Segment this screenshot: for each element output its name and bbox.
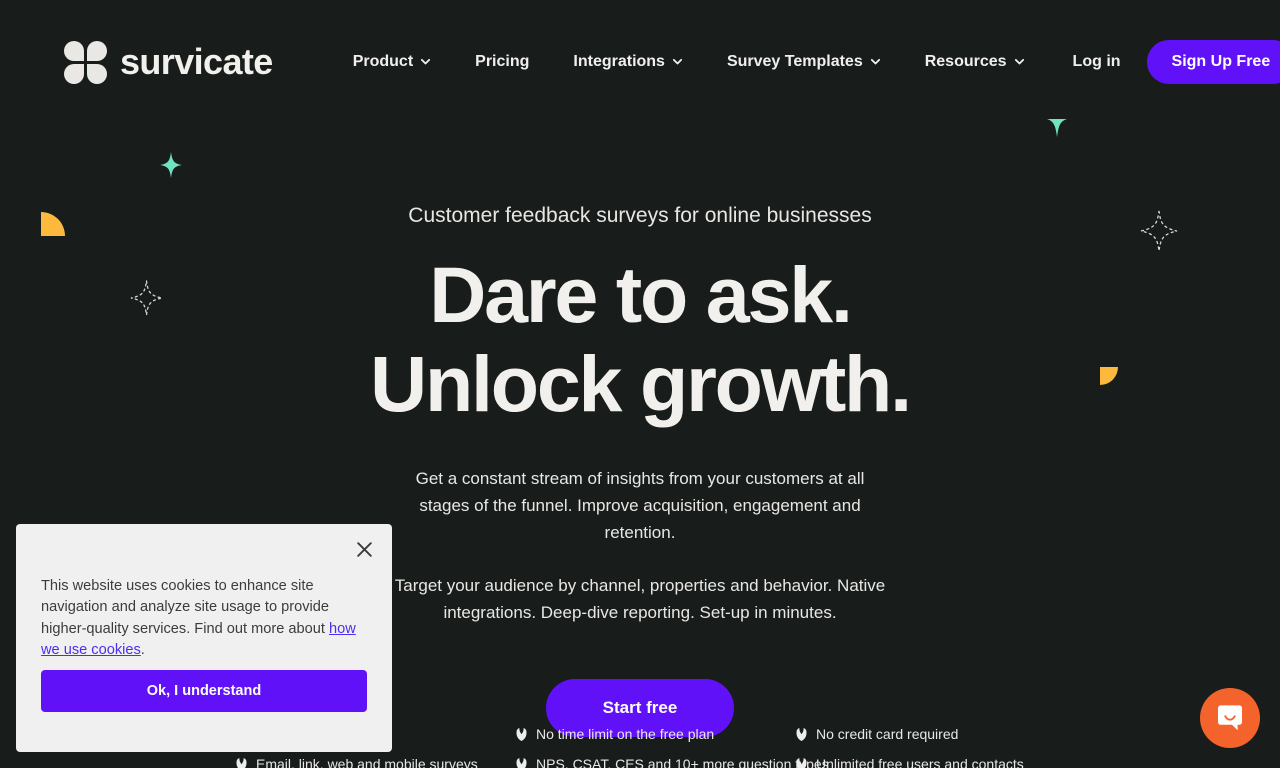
nav-actions: Log in Sign Up Free — [1047, 40, 1280, 84]
nav-item-product[interactable]: Product — [331, 53, 453, 71]
nav-item-label: Product — [352, 53, 414, 70]
feature-column: No time limit on the free plan NPS, CSAT… — [500, 726, 829, 768]
leaf-bullet-icon — [516, 728, 527, 741]
hero-eyebrow: Customer feedback surveys for online bus… — [408, 204, 872, 227]
cookie-consent-banner: This website uses cookies to enhance sit… — [16, 524, 392, 752]
feature-row: No time limit on the free plan — [516, 726, 780, 756]
intercom-launcher-button[interactable] — [1200, 688, 1260, 748]
login-link[interactable]: Log in — [1047, 53, 1147, 71]
leaf-bullet-icon — [796, 758, 807, 768]
nav-item-survey-templates[interactable]: Survey Templates — [705, 53, 903, 71]
nav-item-pricing[interactable]: Pricing — [453, 53, 551, 71]
cookie-text-tail: . — [140, 641, 145, 658]
chat-bubble-smile-icon — [1215, 703, 1245, 733]
cookie-consent-text: This website uses cookies to enhance sit… — [41, 576, 367, 661]
hero-paragraph-2: Target your audience by channel, propert… — [394, 575, 886, 622]
survicate-logo[interactable]: survicate — [64, 40, 273, 84]
feature-label: No credit card required — [816, 726, 959, 742]
page-title: Dare to ask. Unlock growth. — [370, 250, 912, 428]
chevron-down-icon — [1014, 56, 1025, 67]
feature-row: Unlimited free users and contacts — [796, 756, 1060, 768]
feature-row: Email, link, web and mobile surveys — [236, 756, 500, 768]
close-icon[interactable] — [353, 538, 375, 560]
chevron-down-icon — [420, 56, 431, 67]
feature-row: NPS, CSAT, CES and 10+ more question typ… — [516, 756, 829, 768]
nav-item-label: Survey Templates — [726, 53, 863, 70]
sign-up-free-button[interactable]: Sign Up Free — [1146, 40, 1280, 84]
feature-label: Email, link, web and mobile surveys — [256, 756, 478, 768]
feature-label: No time limit on the free plan — [536, 726, 715, 742]
chevron-down-icon — [672, 56, 683, 67]
site-header: survicate Product Pricing Integrations S… — [0, 0, 1280, 124]
leaf-bullet-icon — [236, 758, 247, 768]
nav-item-label: Resources — [924, 53, 1007, 70]
feature-label: Unlimited free users and contacts — [816, 756, 1024, 768]
survicate-pinwheel-logo-icon — [64, 40, 107, 84]
nav-item-label: Pricing — [475, 53, 530, 70]
nav-item-integrations[interactable]: Integrations — [551, 53, 705, 71]
primary-nav: Product Pricing Integrations Survey Temp… — [331, 53, 1047, 71]
feature-column: No credit card required Unlimited free u… — [780, 726, 1060, 768]
hero-paragraph-1: Get a constant stream of insights from y… — [415, 469, 865, 542]
feature-row: No credit card required — [796, 726, 1060, 756]
nav-item-resources[interactable]: Resources — [903, 53, 1047, 71]
accept-cookies-button[interactable]: Ok, I understand — [41, 670, 367, 712]
brand-name: survicate — [120, 41, 273, 82]
chevron-down-icon — [870, 56, 881, 67]
leaf-bullet-icon — [516, 758, 527, 768]
cookie-text-main: This website uses cookies to enhance sit… — [41, 578, 330, 637]
nav-item-label: Integrations — [573, 53, 665, 70]
leaf-bullet-icon — [796, 728, 807, 741]
